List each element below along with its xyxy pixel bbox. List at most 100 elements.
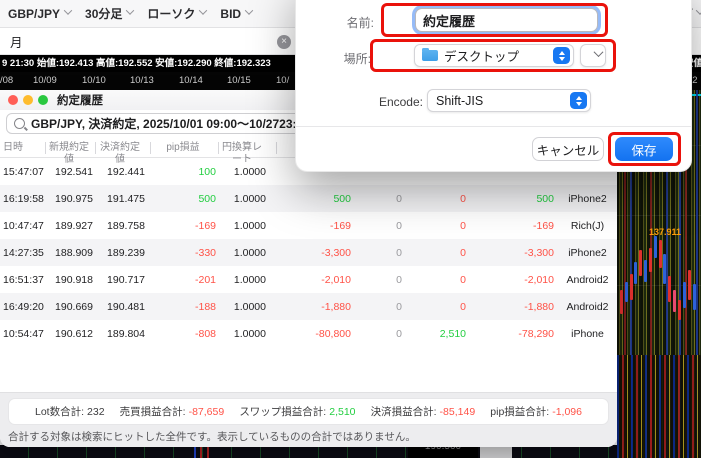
summary-bar: Lot数合計:232売買損益合計:-87,659スワップ損益合計:2,510決済… bbox=[8, 398, 609, 425]
close-window-icon[interactable] bbox=[8, 95, 18, 105]
table-cell: 10:54:47 bbox=[0, 328, 46, 340]
table-cell: Android2 bbox=[558, 301, 617, 313]
column-header: 新規約定値 bbox=[46, 142, 96, 154]
date-tick: 10/09 bbox=[33, 75, 57, 86]
table-cell: 0 bbox=[355, 220, 410, 232]
search-icon bbox=[14, 118, 25, 129]
cancel-button[interactable]: キャンセル bbox=[532, 137, 604, 161]
chart-volume-area bbox=[617, 355, 701, 458]
candlestick bbox=[683, 282, 686, 308]
location-popup[interactable]: デスクトップ bbox=[414, 44, 574, 67]
summary-item: Lot数合計:232 bbox=[35, 404, 105, 419]
table-cell: 1.0000 bbox=[219, 247, 277, 259]
chevron-down-icon bbox=[126, 6, 134, 14]
popup-stepper-icon bbox=[553, 47, 570, 64]
date-tick: 10/14 bbox=[179, 75, 203, 86]
table-cell: 0 bbox=[410, 220, 470, 232]
save-button[interactable]: 保存 bbox=[615, 137, 673, 161]
table-cell: 0 bbox=[410, 274, 470, 286]
search-value: GBP/JPY, 決済約定, 2025/10/01 09:00～10/2723:… bbox=[31, 115, 310, 132]
chevron-down-icon bbox=[696, 6, 701, 14]
date-tick: 10/15 bbox=[227, 75, 251, 86]
window-title: 約定履歴 bbox=[57, 92, 103, 108]
candlestick bbox=[630, 274, 633, 300]
toolbar-dropdown[interactable]: BID bbox=[220, 7, 252, 21]
candlestick bbox=[663, 254, 666, 284]
table-cell: -169 bbox=[151, 220, 219, 232]
name-label: 名前: bbox=[326, 14, 374, 31]
table-cell: -169 bbox=[470, 220, 558, 232]
toolbar-dropdown[interactable]: 30分足 bbox=[85, 5, 133, 22]
table-cell: -1,880 bbox=[470, 301, 558, 313]
encode-popup[interactable]: Shift-JIS bbox=[427, 89, 591, 112]
table-cell: 1.0000 bbox=[219, 328, 277, 340]
column-header: 円換算レート bbox=[219, 142, 277, 154]
toolbar-dropdown[interactable]: GBP/JPY bbox=[8, 7, 71, 21]
table-cell: 0 bbox=[410, 247, 470, 259]
table-cell: -201 bbox=[151, 274, 219, 286]
table-cell: 100 bbox=[151, 166, 219, 178]
table-row[interactable]: 16:49:20190.669190.481-1881.0000-1,88000… bbox=[0, 293, 617, 320]
candlestick bbox=[659, 240, 662, 268]
candlestick bbox=[644, 260, 647, 282]
table-cell: iPhone2 bbox=[558, 247, 617, 259]
candlestick bbox=[625, 282, 628, 302]
popup-stepper-icon bbox=[570, 92, 587, 109]
table-cell: -2,010 bbox=[470, 274, 558, 286]
location-value: デスクトップ bbox=[444, 46, 553, 65]
candlestick bbox=[649, 248, 652, 272]
candlestick bbox=[634, 262, 637, 284]
toolbar-dropdown[interactable]: ローソク bbox=[147, 5, 206, 22]
table-cell: 188.909 bbox=[46, 247, 96, 259]
date-tick: 10/10 bbox=[82, 75, 106, 86]
candlestick bbox=[678, 300, 681, 320]
encode-value: Shift-JIS bbox=[436, 94, 570, 108]
table-cell: iPhone2 bbox=[558, 193, 617, 205]
table-row[interactable]: 10:47:47189.927189.758-1691.0000-16900-1… bbox=[0, 212, 617, 239]
column-header: pip損益 bbox=[151, 142, 219, 154]
table-cell: 189.927 bbox=[46, 220, 96, 232]
candlestick bbox=[688, 270, 691, 300]
candlestick bbox=[668, 276, 671, 302]
zoom-window-icon[interactable] bbox=[38, 95, 48, 105]
expand-dialog-button[interactable] bbox=[580, 44, 606, 67]
table-cell: 0 bbox=[355, 247, 410, 259]
table-cell: Rich(J) bbox=[558, 220, 617, 232]
chevron-down-icon bbox=[594, 47, 604, 57]
table-cell: 1.0000 bbox=[219, 193, 277, 205]
table-cell: 1.0000 bbox=[219, 301, 277, 313]
summary-item: 売買損益合計:-87,659 bbox=[120, 404, 225, 419]
table-cell: 192.541 bbox=[46, 166, 96, 178]
candlestick bbox=[693, 284, 696, 310]
clear-filter-icon[interactable]: × bbox=[277, 35, 291, 49]
table-cell: 500 bbox=[151, 193, 219, 205]
table-cell: 190.481 bbox=[96, 301, 151, 313]
table-row[interactable]: 14:27:35188.909189.239-3301.0000-3,30000… bbox=[0, 239, 617, 266]
window-footer: Lot数合計:232売買損益合計:-87,659スワップ損益合計:2,510決済… bbox=[0, 392, 617, 447]
date-tick: 10/13 bbox=[130, 75, 154, 86]
table-cell: 189.758 bbox=[96, 220, 151, 232]
table-cell: -808 bbox=[151, 328, 219, 340]
table-cell: -1,880 bbox=[277, 301, 355, 313]
dialog-divider bbox=[296, 126, 691, 127]
table-cell: 16:51:37 bbox=[0, 274, 46, 286]
chevron-down-icon bbox=[199, 6, 207, 14]
table-cell: 0 bbox=[355, 328, 410, 340]
table-cell: 500 bbox=[470, 193, 558, 205]
summary-item: pip損益合計:-1,096 bbox=[490, 404, 582, 419]
filename-input[interactable] bbox=[415, 8, 598, 32]
summary-note: 合計する対象は検索にヒットした全件です。表示しているものの合計ではありません。 bbox=[8, 429, 416, 444]
minimize-window-icon[interactable] bbox=[23, 95, 33, 105]
table-cell: 190.612 bbox=[46, 328, 96, 340]
table-cell: 1.0000 bbox=[219, 220, 277, 232]
table-row[interactable]: 16:19:58190.975191.4755001.000050000500i… bbox=[0, 185, 617, 212]
save-dialog: 名前: 場所: デスクトップ Encode: Shift-JIS キャンセル 保… bbox=[295, 0, 692, 172]
table-cell: -2,010 bbox=[277, 274, 355, 286]
table-cell: 190.975 bbox=[46, 193, 96, 205]
table-cell: Android2 bbox=[558, 274, 617, 286]
table-cell: 0 bbox=[410, 301, 470, 313]
table-row[interactable]: 10:54:47190.612189.804-8081.0000-80,8000… bbox=[0, 320, 617, 347]
table-cell: -80,800 bbox=[277, 328, 355, 340]
table-row[interactable]: 16:51:37190.918190.717-2011.0000-2,01000… bbox=[0, 266, 617, 293]
candlestick bbox=[654, 236, 657, 258]
